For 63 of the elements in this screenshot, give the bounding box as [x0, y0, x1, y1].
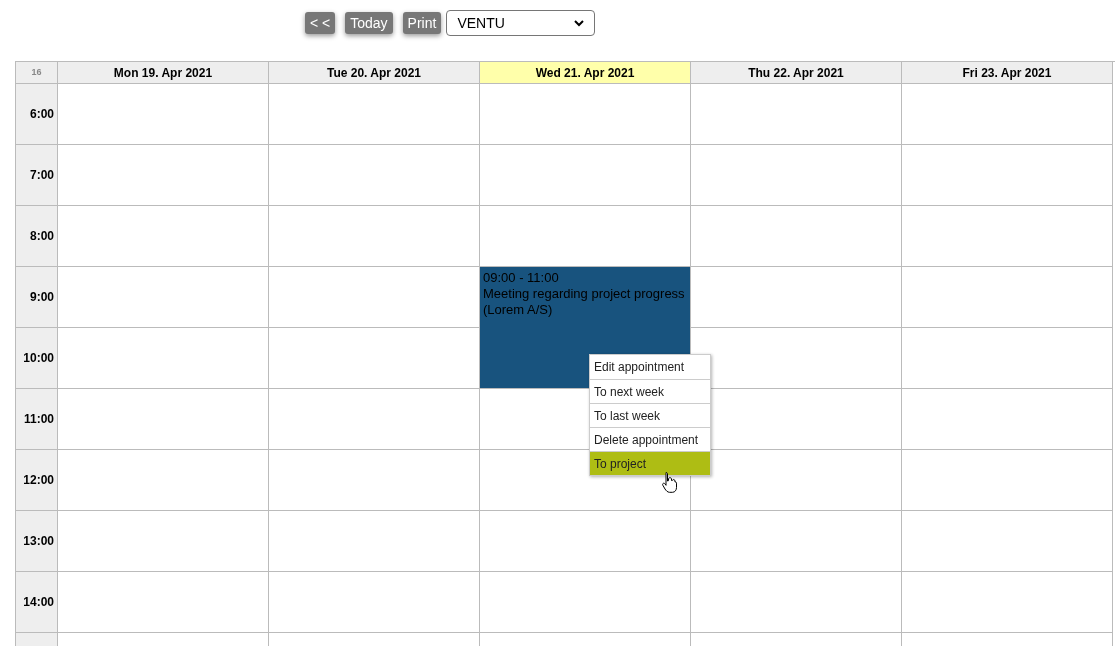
calendar-cell[interactable] — [902, 84, 1113, 145]
week-number: 16 — [16, 62, 58, 84]
appointment-company: (Lorem A/S) — [483, 302, 554, 318]
calendar-cell[interactable] — [480, 511, 691, 572]
calendar-cell[interactable] — [691, 145, 902, 206]
calendar-cell[interactable] — [58, 572, 269, 633]
hour-cell: 7:00 — [16, 145, 58, 206]
hour-cell: 8:00 — [16, 206, 58, 267]
calendar-cell[interactable] — [902, 572, 1113, 633]
calendar-cell[interactable] — [58, 267, 269, 328]
day-header: Mon 19. Apr 2021 — [58, 62, 269, 84]
calendar-cell[interactable] — [269, 511, 480, 572]
hour-cell: 9:00 — [16, 267, 58, 328]
calendar-cell[interactable] — [902, 450, 1113, 511]
toolbar-button[interactable]: < < — [305, 12, 336, 34]
calendar-cell[interactable] — [58, 206, 269, 267]
calendar-cell[interactable] — [480, 145, 691, 206]
calendar-cell[interactable] — [269, 450, 480, 511]
menu-item[interactable]: Delete appointment — [590, 427, 710, 451]
calendar-cell[interactable] — [902, 145, 1113, 206]
calendar-cell[interactable] — [269, 572, 480, 633]
menu-item[interactable]: To last week — [590, 403, 710, 427]
day-header: Fri 23. Apr 2021 — [902, 62, 1113, 84]
hour-cell: 10:00 — [16, 328, 58, 389]
calendar-cell[interactable] — [691, 267, 902, 328]
calendar-cell[interactable] — [58, 450, 269, 511]
hour-cell: 6:00 — [16, 84, 58, 145]
calendar-cell[interactable] — [269, 206, 480, 267]
calendar-cell[interactable] — [902, 511, 1113, 572]
toolbar-button[interactable]: Print — [402, 12, 442, 34]
calendar-cell[interactable] — [269, 145, 480, 206]
calendar-cell[interactable] — [480, 84, 691, 145]
calendar-cell[interactable] — [902, 267, 1113, 328]
appointment-title: Meeting regarding project progress — [483, 286, 686, 302]
calendar-cell[interactable] — [58, 145, 269, 206]
calendar-cell[interactable] — [58, 511, 269, 572]
menu-item[interactable]: Edit appointment — [590, 355, 710, 379]
calendar-cell[interactable] — [691, 511, 902, 572]
day-header: Wed 21. Apr 2021 — [480, 62, 691, 84]
toolbar-button[interactable]: Today — [345, 12, 393, 34]
calendar-cell[interactable] — [902, 389, 1113, 450]
day-header: Tue 20. Apr 2021 — [269, 62, 480, 84]
chevron-down-icon — [574, 19, 585, 27]
calendar-cell[interactable] — [480, 572, 691, 633]
calendar-cell[interactable] — [269, 84, 480, 145]
appointment-time: 09:00 - 11:00 — [483, 270, 560, 286]
calendar-cell[interactable] — [691, 206, 902, 267]
menu-item[interactable]: To project — [590, 451, 710, 475]
hour-cell: 14:00 — [16, 572, 58, 633]
user-select[interactable]: VENTU — [446, 10, 596, 36]
calendar-cell[interactable] — [902, 328, 1113, 389]
calendar-cell[interactable] — [269, 389, 480, 450]
calendar-cell[interactable] — [58, 84, 269, 145]
calendar-cell[interactable] — [691, 572, 902, 633]
hour-cell: 13:00 — [16, 511, 58, 572]
hour-cell: 12:00 — [16, 450, 58, 511]
calendar-cell[interactable] — [58, 328, 269, 389]
calendar-cell[interactable] — [691, 84, 902, 145]
calendar-cell[interactable] — [902, 206, 1113, 267]
day-header: Thu 22. Apr 2021 — [691, 62, 902, 84]
hour-cell: 11:00 — [16, 389, 58, 450]
menu-item[interactable]: To next week — [590, 379, 710, 403]
calendar-cell[interactable] — [58, 389, 269, 450]
